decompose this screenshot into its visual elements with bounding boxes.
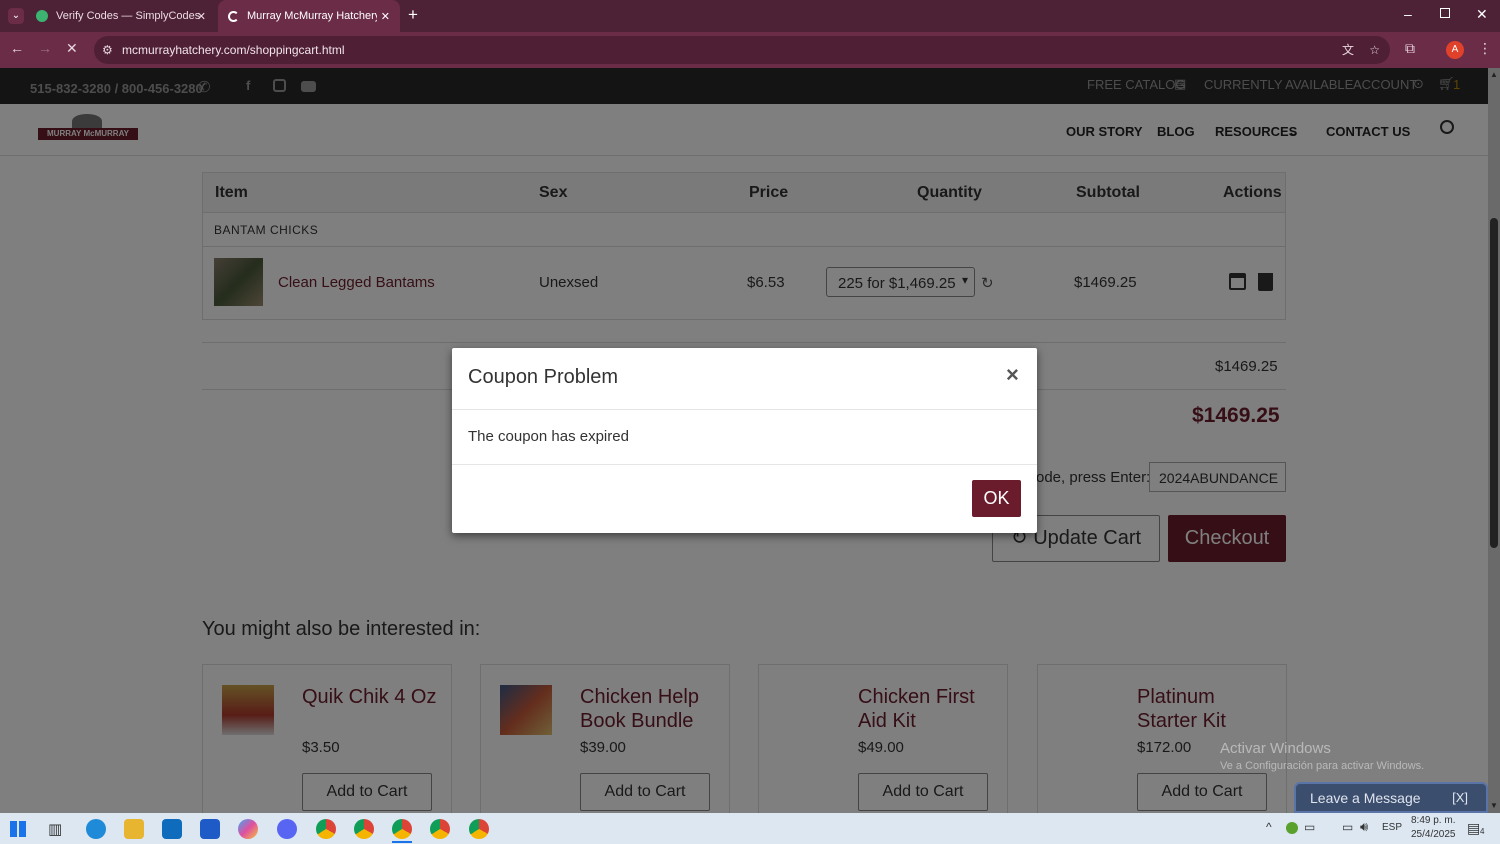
address-bar[interactable]: ⚙ mcmurrayhatchery.com/shoppingcart.html…	[94, 36, 1390, 64]
chat-widget[interactable]: Leave a Message [X]	[1294, 782, 1488, 813]
discord-icon[interactable]	[277, 819, 297, 839]
close-icon[interactable]: ×	[1006, 362, 1019, 388]
minimize-icon[interactable]: –	[1404, 6, 1412, 22]
outlook-icon[interactable]	[162, 819, 182, 839]
ok-button[interactable]: OK	[972, 480, 1021, 517]
close-tab-icon[interactable]: ✕	[381, 10, 390, 23]
back-icon[interactable]: ←	[10, 40, 24, 56]
language-indicator[interactable]: ESP	[1382, 822, 1402, 833]
dialog-message: The coupon has expired	[468, 428, 629, 445]
chat-close[interactable]: [X]	[1452, 790, 1468, 805]
page-viewport: 515-832-3280 / 800-456-3280 ✆ f FREE CAT…	[0, 68, 1488, 813]
site-info-icon[interactable]: ⚙	[102, 36, 113, 64]
task-view-icon[interactable]: ▥	[48, 820, 62, 838]
bookmark-star-icon[interactable]: ☆	[1369, 36, 1380, 64]
page-scrollbar[interactable]: ▲ ▼	[1488, 68, 1500, 813]
simplycodes-favicon-icon	[36, 10, 48, 22]
url-text: mcmurrayhatchery.com/shoppingcart.html	[122, 43, 345, 57]
scroll-up-icon[interactable]: ▲	[1490, 70, 1498, 79]
tab-murray-mcmurray[interactable]: Murray McMurray Hatchery - S ✕	[218, 0, 400, 32]
scroll-down-icon[interactable]: ▼	[1490, 801, 1498, 810]
tab-title: Verify Codes — SimplyCodes	[56, 10, 201, 22]
clock-time[interactable]: 8:49 p. m.	[1411, 815, 1455, 826]
translate-icon[interactable]: 文	[1342, 36, 1354, 64]
chrome-icon[interactable]	[469, 819, 489, 839]
network-icon[interactable]: ▭	[1304, 820, 1315, 834]
loading-spinner-icon	[228, 10, 239, 22]
profile-avatar[interactable]: A	[1446, 41, 1464, 59]
clock-date[interactable]: 25/4/2025	[1411, 829, 1456, 840]
restore-icon[interactable]	[1440, 8, 1450, 18]
volume-icon[interactable]: 🔊︎	[1360, 819, 1368, 835]
scrollbar-thumb[interactable]	[1490, 218, 1498, 548]
extensions-icon[interactable]: ⧉	[1405, 40, 1415, 57]
chrome-icon[interactable]	[430, 819, 450, 839]
copilot-icon[interactable]	[238, 819, 258, 839]
active-app-indicator	[392, 841, 412, 843]
tray-app-icon[interactable]	[1286, 822, 1298, 834]
edge-icon[interactable]	[86, 819, 106, 839]
ok-label: OK	[983, 488, 1010, 508]
tab-search-icon[interactable]: ⌄	[8, 8, 24, 24]
close-tab-icon[interactable]: ✕	[197, 10, 206, 23]
chat-label: Leave a Message	[1310, 790, 1421, 806]
tab-verify-codes[interactable]: Verify Codes — SimplyCodes ✕	[28, 0, 216, 32]
forward-icon[interactable]: →	[38, 40, 52, 56]
windows-taskbar: ▥ ^ ▭ ▭ 🔊︎ ESP 8:49 p. m. 25/4/2025 ▤ 4	[0, 813, 1500, 844]
battery-icon[interactable]: ▭	[1342, 820, 1353, 834]
store-icon[interactable]	[200, 819, 220, 839]
close-window-icon[interactable]: ✕	[1476, 6, 1488, 23]
notification-count: 4	[1480, 827, 1485, 836]
dialog-title: Coupon Problem	[468, 366, 619, 388]
divider	[452, 409, 1037, 410]
tab-title: Murray McMurray Hatchery - S	[247, 10, 377, 22]
activation-watermark-subtitle: Ve a Configuración para activar Windows.	[1220, 760, 1425, 772]
chrome-icon[interactable]	[392, 819, 412, 839]
chrome-icon[interactable]	[354, 819, 374, 839]
tray-chevron-icon[interactable]: ^	[1266, 820, 1272, 834]
notification-icon[interactable]: ▤	[1467, 820, 1480, 837]
chrome-icon[interactable]	[316, 819, 336, 839]
coupon-problem-dialog: Coupon Problem × The coupon has expired …	[452, 348, 1037, 533]
windows-start-icon[interactable]	[10, 821, 26, 837]
new-tab-button[interactable]: +	[408, 5, 418, 25]
stop-loading-icon[interactable]: ✕	[66, 40, 78, 57]
browser-menu-icon[interactable]: ⋮	[1478, 40, 1492, 57]
browser-tab-bar: ⌄ Verify Codes — SimplyCodes ✕ Murray Mc…	[0, 0, 1500, 32]
divider	[452, 464, 1037, 465]
activation-watermark-title: Activar Windows	[1220, 740, 1331, 757]
browser-toolbar: ← → ✕ ⚙ mcmurrayhatchery.com/shoppingcar…	[0, 32, 1500, 68]
file-explorer-icon[interactable]	[124, 819, 144, 839]
